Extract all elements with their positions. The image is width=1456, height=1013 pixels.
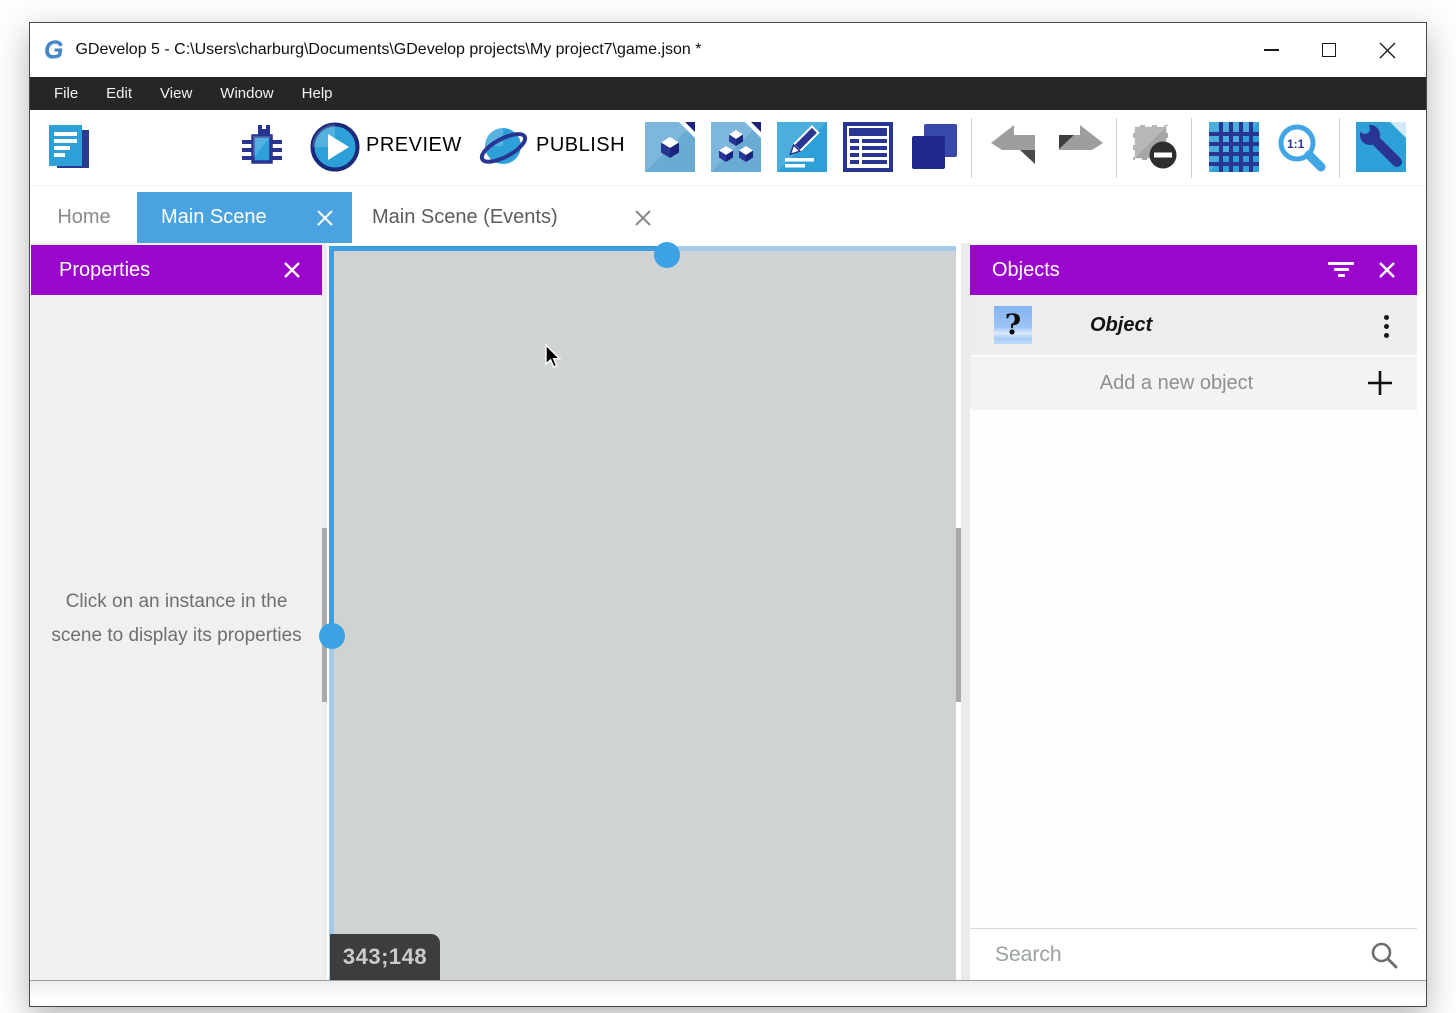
cursor-coordinates-value: 343;148 bbox=[343, 944, 427, 970]
edit-scene-properties-icon[interactable] bbox=[777, 122, 827, 172]
instances-list-icon[interactable] bbox=[843, 122, 893, 172]
tab-main-scene-close-icon[interactable] bbox=[316, 209, 334, 227]
objects-search-bar bbox=[970, 928, 1417, 980]
menu-view[interactable]: View bbox=[146, 77, 206, 110]
toolbar-separator bbox=[1116, 118, 1117, 178]
close-button[interactable] bbox=[1358, 23, 1416, 77]
add-object-label: Add a new object bbox=[1100, 372, 1253, 395]
menu-bar: File Edit View Window Help bbox=[30, 77, 1426, 110]
layers-icon[interactable] bbox=[909, 122, 959, 172]
tab-main-scene[interactable]: Main Scene bbox=[137, 192, 352, 243]
scene-vscroll-track-bottom bbox=[329, 648, 334, 980]
zoom-original-icon[interactable]: 1:1 bbox=[1276, 122, 1326, 172]
scene-settings-icon[interactable] bbox=[1356, 122, 1406, 172]
cursor-coordinates-badge: 343;148 bbox=[330, 934, 440, 980]
mouse-cursor-icon bbox=[544, 344, 564, 370]
properties-panel-header: Properties bbox=[31, 245, 322, 295]
objects-close-icon[interactable] bbox=[1377, 260, 1397, 280]
properties-panel-title: Properties bbox=[59, 259, 150, 282]
debug-icon[interactable] bbox=[238, 122, 286, 172]
undo-icon[interactable] bbox=[988, 122, 1038, 172]
menu-edit[interactable]: Edit bbox=[92, 77, 146, 110]
scene-hscroll-handle[interactable] bbox=[654, 242, 680, 268]
publish-globe-icon[interactable] bbox=[478, 122, 528, 172]
close-icon bbox=[1379, 42, 1396, 59]
tab-main-scene-events-label: Main Scene (Events) bbox=[372, 206, 558, 229]
gdevelop-logo-icon: G bbox=[44, 38, 63, 63]
object-menu-kebab-icon[interactable] bbox=[1384, 315, 1389, 338]
menu-window[interactable]: Window bbox=[206, 77, 287, 110]
tab-main-scene-events[interactable]: Main Scene (Events) bbox=[352, 192, 670, 243]
window-controls bbox=[1242, 23, 1416, 77]
properties-hint-text: Click on an instance in the scene to dis… bbox=[31, 585, 322, 653]
publish-button[interactable]: PUBLISH bbox=[536, 134, 625, 157]
toolbar-separator bbox=[1339, 118, 1340, 178]
objects-panel-title: Objects bbox=[992, 259, 1060, 282]
scene-vscroll-track-top bbox=[329, 246, 334, 626]
add-object-plus-icon[interactable] bbox=[1367, 370, 1393, 396]
zoom-ratio-label: 1:1 bbox=[1287, 137, 1304, 151]
object-list-item[interactable]: ? Object bbox=[970, 295, 1417, 357]
menu-help[interactable]: Help bbox=[288, 77, 347, 110]
maximize-icon bbox=[1322, 43, 1336, 57]
tab-home-label: Home bbox=[57, 206, 110, 229]
object-name-label: Object bbox=[1090, 314, 1152, 337]
toolbar-separator bbox=[971, 118, 972, 178]
edit-object-icon[interactable] bbox=[645, 122, 695, 172]
window-title: GDevelop 5 - C:\Users\charburg\Documents… bbox=[75, 41, 701, 59]
tab-home[interactable]: Home bbox=[31, 192, 137, 243]
filter-icon[interactable] bbox=[1327, 262, 1355, 278]
properties-scrollbar-thumb[interactable] bbox=[322, 528, 327, 702]
objects-panel-header: Objects bbox=[970, 245, 1417, 295]
toolbar-separator bbox=[1191, 118, 1192, 178]
app-root: G GDevelop 5 - C:\Users\charburg\Documen… bbox=[0, 0, 1456, 1013]
menu-file[interactable]: File bbox=[40, 77, 92, 110]
preview-play-icon[interactable] bbox=[310, 122, 360, 172]
properties-close-icon[interactable] bbox=[282, 260, 302, 280]
panel-gap bbox=[961, 243, 970, 980]
search-icon[interactable] bbox=[1369, 940, 1399, 970]
preview-button[interactable]: PREVIEW bbox=[366, 134, 462, 157]
scene-editor-canvas[interactable] bbox=[334, 251, 956, 980]
edit-objects-group-icon[interactable] bbox=[711, 122, 761, 172]
title-bar: G GDevelop 5 - C:\Users\charburg\Documen… bbox=[30, 23, 1426, 77]
redo-icon[interactable] bbox=[1056, 122, 1106, 172]
maximize-button[interactable] bbox=[1300, 23, 1358, 77]
mask-icon[interactable] bbox=[1130, 122, 1180, 172]
tab-bar: Home Main Scene Main Scene (Events) bbox=[30, 186, 1426, 243]
scene-hscroll-track-right bbox=[667, 246, 956, 251]
tab-main-scene-label: Main Scene bbox=[161, 206, 267, 229]
add-object-row[interactable]: Add a new object bbox=[970, 357, 1417, 410]
grid-icon[interactable] bbox=[1209, 122, 1259, 172]
tab-main-scene-events-close-icon[interactable] bbox=[634, 209, 652, 227]
scene-hscroll-track-left bbox=[329, 246, 667, 251]
minimize-icon bbox=[1264, 49, 1279, 51]
scene-vscroll-handle[interactable] bbox=[319, 623, 345, 649]
object-question-icon: ? bbox=[994, 306, 1032, 344]
window-bottom-strip bbox=[30, 980, 1426, 1006]
minimize-button[interactable] bbox=[1242, 23, 1300, 77]
project-manager-icon[interactable] bbox=[44, 122, 94, 172]
objects-search-input[interactable] bbox=[995, 943, 1369, 967]
